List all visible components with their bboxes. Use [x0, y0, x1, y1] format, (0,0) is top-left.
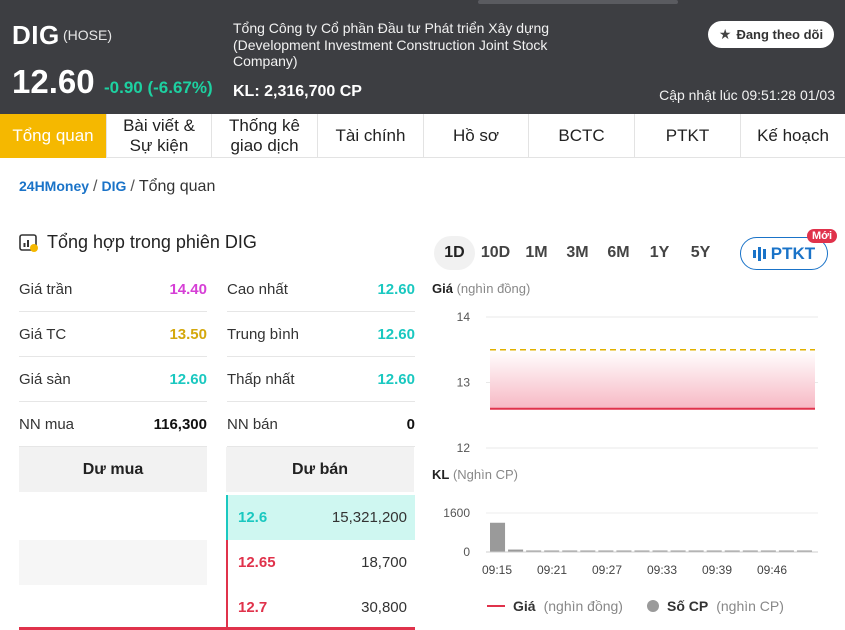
time-tick-label: 09:33 — [647, 563, 677, 577]
stock-header: DIG (HOSE) 12.60 -0.90 (-6.67%) Tổng Côn… — [0, 0, 845, 114]
time-range-selector: 1D 10D 1M 3M 6M 1Y 5Y — [434, 235, 726, 271]
time-tick-label: 09:27 — [592, 563, 622, 577]
volume-bar — [490, 522, 506, 552]
star-icon: ★ — [718, 26, 732, 42]
tab-label: Bài viết & Sự kiện — [123, 116, 195, 155]
update-time: Cập nhật lúc 09:51:28 01/03 — [659, 87, 835, 103]
follow-button[interactable]: ★ Đang theo dõi — [708, 21, 834, 48]
volume-tick-label: 1600 — [443, 506, 470, 520]
stat-row: Giá TC 13.50 Trung bình 12.60 — [19, 312, 415, 357]
order-book: 12.6 15,321,200 12.65 18,700 12.7 30,800 — [19, 495, 415, 630]
ask-cell: 12.6 15,321,200 — [226, 495, 415, 540]
tab-profile[interactable]: Hồ sơ — [424, 114, 529, 158]
breadcrumb-symbol[interactable]: DIG — [101, 178, 126, 194]
ptkt-label: PTKT — [770, 243, 816, 263]
price-change: -0.90 (-6.67%) — [104, 78, 213, 97]
legend-price-swatch — [487, 605, 505, 607]
price-tick-label: 13 — [457, 376, 471, 390]
time-tick-label: 09:46 — [757, 563, 787, 577]
tab-plan[interactable]: Kế hoạch — [741, 114, 845, 158]
price-area-fill — [490, 349, 815, 409]
price-tick-label: 12 — [457, 441, 471, 455]
breadcrumb-current: Tổng quan — [138, 178, 216, 195]
tab-bar: Tổng quan Bài viết & Sự kiện Thống kê gi… — [0, 114, 845, 158]
tab-label: Kế hoạch — [757, 126, 829, 145]
stat-average: Trung bình 12.60 — [227, 312, 415, 357]
volume-label: KL: 2,316,700 CP — [233, 83, 362, 100]
candlestick-icon — [752, 246, 766, 261]
ticker-symbol: DIG — [12, 20, 60, 50]
legend-volume-swatch — [646, 600, 659, 612]
range-3m[interactable]: 3M — [557, 244, 598, 262]
breadcrumb-home[interactable]: 24HMoney — [19, 178, 89, 194]
stat-row: NN mua 116,300 NN bán 0 — [19, 402, 415, 447]
legend-price-label: Giá — [513, 598, 536, 614]
tab-bctc[interactable]: BCTC — [529, 114, 635, 158]
ask-header: Dư bán — [226, 447, 414, 492]
summary-title: Tổng hợp trong phiên DIG — [19, 232, 257, 253]
tab-articles[interactable]: Bài viết & Sự kiện — [107, 114, 212, 158]
stat-row: Giá trần 14.40 Cao nhất 12.60 — [19, 267, 415, 312]
range-5y[interactable]: 5Y — [680, 244, 721, 262]
stat-row: Giá sàn 12.60 Thấp nhất 12.60 — [19, 357, 415, 402]
range-10d[interactable]: 10D — [475, 244, 516, 262]
new-badge: Mới — [807, 229, 838, 243]
bid-cell — [19, 585, 207, 630]
range-1m[interactable]: 1M — [516, 244, 557, 262]
legend-price-unit: (nghìn đồng) — [543, 598, 623, 614]
order-row: 12.6 15,321,200 — [19, 495, 415, 540]
tab-label: BCTC — [558, 126, 605, 145]
range-6m[interactable]: 6M — [598, 244, 639, 262]
stat-reference: Giá TC 13.50 — [19, 312, 207, 357]
tab-finance[interactable]: Tài chính — [318, 114, 424, 158]
company-name: Tổng Công ty Cổ phần Đầu tư Phát triển X… — [233, 20, 550, 69]
time-tick-label: 09:39 — [702, 563, 732, 577]
range-1y[interactable]: 1Y — [639, 244, 680, 262]
session-stats: Giá trần 14.40 Cao nhất 12.60 Giá TC 13.50 … — [19, 267, 415, 447]
current-price: 12.60 — [12, 63, 95, 100]
stat-low: Thấp nhất 12.60 — [227, 357, 415, 402]
tab-overview[interactable]: Tổng quan — [0, 114, 107, 158]
stat-foreign-buy: NN mua 116,300 — [19, 402, 207, 447]
chart-legend: Giá (nghìn đồng) Số CP (nghìn CP) — [487, 598, 784, 614]
tab-label: Thống kê giao dịch — [229, 116, 300, 155]
ask-cell: 12.7 30,800 — [226, 585, 415, 630]
stat-foreign-sell: NN bán 0 — [227, 402, 415, 447]
volume-tick-label: 0 — [463, 545, 470, 559]
price-tick-label: 14 — [457, 310, 471, 324]
bid-cell — [19, 540, 207, 585]
follow-label: Đang theo dõi — [736, 27, 824, 42]
order-book-header: Dư mua Dư bán — [19, 447, 415, 492]
stat-floor: Giá sàn 12.60 — [19, 357, 207, 402]
tab-label: Hồ sơ — [452, 126, 500, 145]
price-axis-title: Giá (nghìn đồng) — [432, 281, 531, 296]
legend-volume-label: Số CP — [666, 598, 709, 614]
tab-label: PTKT — [665, 126, 710, 145]
ask-cell: 12.65 18,700 — [226, 540, 415, 585]
bid-cell — [19, 495, 207, 540]
scrollbar[interactable] — [478, 0, 678, 4]
time-tick-label: 09:21 — [537, 563, 567, 577]
breadcrumb: 24HMoney / DIG / Tổng quan — [19, 178, 216, 195]
legend-volume-unit: (nghìn CP) — [716, 598, 784, 614]
order-row: 12.7 30,800 — [19, 585, 415, 630]
price-volume-chart: 14 13 12 1600 0 09:15 09:21 09:27 09:33 09:39 09:4… — [443, 310, 818, 577]
summary-icon — [19, 233, 38, 252]
bid-header: Dư mua — [19, 447, 207, 492]
order-row: 12.65 18,700 — [19, 540, 415, 585]
range-1d[interactable]: 1D — [434, 236, 475, 270]
exchange-label: (HOSE) — [63, 27, 112, 43]
tab-trading-stats[interactable]: Thống kê giao dịch — [212, 114, 318, 158]
summary-title-text: Tổng hợp trong phiên DIG — [47, 232, 257, 252]
tab-ptkt[interactable]: PTKT — [635, 114, 741, 158]
time-tick-label: 09:15 — [482, 563, 512, 577]
stat-high: Cao nhất 12.60 — [227, 267, 415, 312]
tab-label: Tài chính — [335, 126, 406, 145]
tab-label: Tổng quan — [12, 126, 94, 145]
stat-ceiling: Giá trần 14.40 — [19, 267, 207, 312]
